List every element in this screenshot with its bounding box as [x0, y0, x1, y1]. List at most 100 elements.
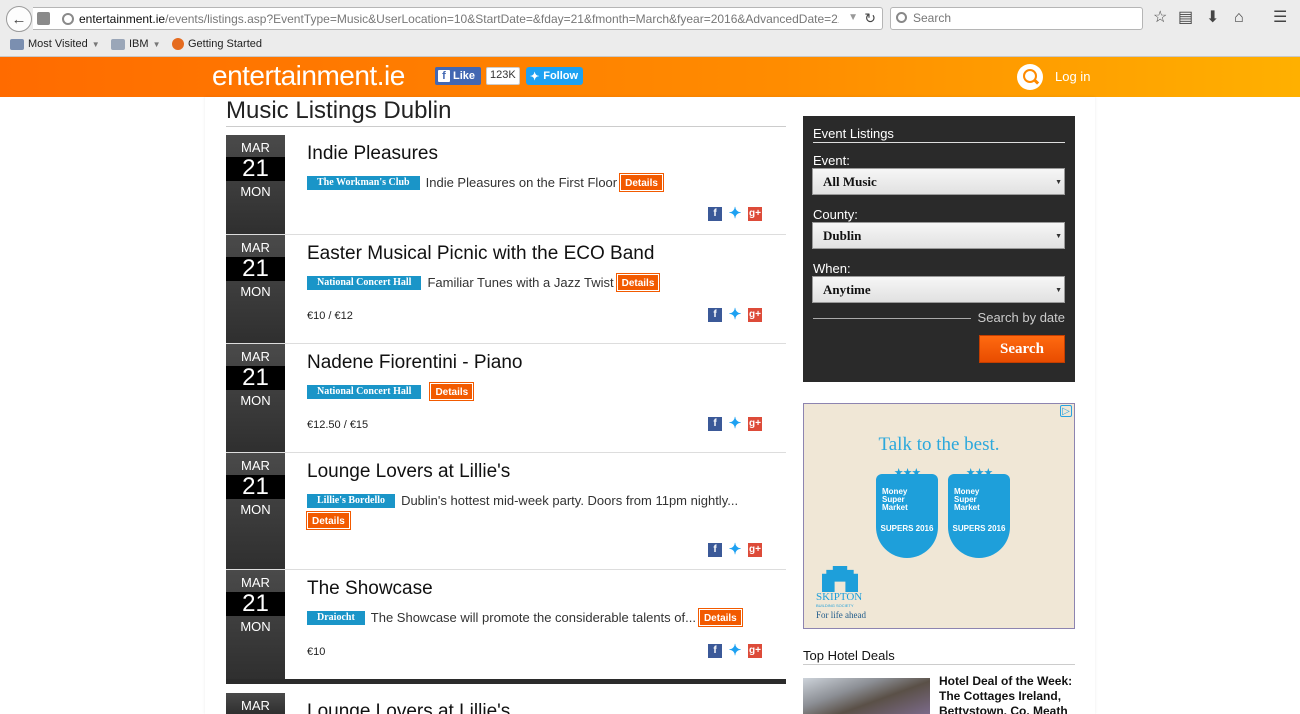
ad-tagline: For life ahead	[816, 610, 866, 620]
google-plus-share-icon[interactable]: g+	[748, 308, 762, 322]
county-select[interactable]: Dublin ▼	[812, 222, 1065, 249]
bookmarks-bar: Most Visited ▼ IBM ▼ Getting Started	[0, 36, 1300, 56]
event-title[interactable]: Nadene Fiorentini - Piano	[307, 352, 522, 374]
share-icons: f ✦ g+	[708, 307, 762, 322]
back-button[interactable]: ←	[6, 6, 32, 32]
hotel-image[interactable]	[803, 678, 930, 714]
event-listing: MAR 21 MON Lounge Lovers at Lillie's Lil…	[226, 453, 786, 570]
login-link[interactable]: Log in	[1055, 69, 1090, 84]
details-button[interactable]: Details	[307, 512, 350, 529]
facebook-share-icon[interactable]: f	[708, 308, 722, 322]
when-select-value: Anytime	[823, 282, 871, 297]
twitter-share-icon[interactable]: ✦	[728, 307, 742, 322]
site-search-icon[interactable]	[1017, 64, 1043, 90]
event-month: MAR	[241, 140, 270, 155]
facebook-share-icon[interactable]: f	[708, 417, 722, 431]
bookmark-star-icon[interactable]: ☆	[1153, 9, 1167, 27]
twitter-follow-button[interactable]: ✦ Follow	[526, 67, 583, 85]
url-bar[interactable]: entertainment.ie/events/listings.asp?Eve…	[33, 7, 883, 30]
browser-search-box[interactable]	[890, 7, 1143, 30]
event-weekday: MON	[240, 284, 271, 299]
share-icons: f ✦ g+	[708, 416, 762, 431]
when-select[interactable]: Anytime ▼	[812, 276, 1065, 303]
facebook-like-button[interactable]: f Like	[435, 67, 481, 85]
navigation-toolbar: ← entertainment.ie/events/listings.asp?E…	[0, 0, 1300, 36]
badge-award: SUPERS 2016	[952, 524, 1006, 533]
event-title[interactable]: Lounge Lovers at Lillie's	[307, 701, 510, 714]
adchoices-icon[interactable]: ▷	[1060, 405, 1072, 417]
url-host: entertainment.ie	[79, 12, 166, 26]
home-icon[interactable]: ⌂	[1234, 9, 1244, 27]
advertisement[interactable]: ▷ Talk to the best. ★★★ Money Super Market…	[803, 403, 1075, 629]
event-month: MAR	[241, 458, 270, 473]
chevron-down-icon: ▼	[1055, 232, 1062, 240]
google-plus-share-icon[interactable]: g+	[748, 207, 762, 221]
badge-award: SUPERS 2016	[880, 524, 934, 533]
details-button[interactable]: Details	[698, 609, 742, 626]
event-listing: MAR 21 MON Nadene Fiorentini - Piano Nat…	[226, 344, 786, 453]
award-badge: ★★★ Money Super Market SUPERS 2016	[876, 466, 938, 566]
twitter-share-icon[interactable]: ✦	[728, 643, 742, 658]
search-button[interactable]: Search	[979, 335, 1065, 363]
facebook-share-icon[interactable]: f	[708, 207, 722, 221]
search-by-date-link[interactable]: Search by date	[813, 310, 1065, 328]
hotel-deal-link[interactable]: Hotel Deal of the Week: The Cottages Ire…	[939, 674, 1079, 714]
details-button[interactable]: Details	[430, 383, 474, 400]
url-dropdown-icon[interactable]: ▼	[848, 12, 858, 23]
date-tile: MAR	[226, 693, 285, 714]
share-icons: f ✦ g+	[708, 206, 762, 221]
facebook-icon: f	[438, 70, 450, 82]
folder-icon	[111, 38, 125, 50]
event-day: 21	[226, 475, 285, 499]
google-plus-share-icon[interactable]: g+	[748, 543, 762, 557]
google-plus-share-icon[interactable]: g+	[748, 644, 762, 658]
details-button[interactable]: Details	[620, 174, 663, 191]
badge-line: Market	[954, 503, 980, 512]
details-button[interactable]: Details	[616, 274, 660, 291]
bookmark-ibm[interactable]: IBM ▼	[111, 38, 160, 50]
url-text[interactable]: entertainment.ie/events/listings.asp?Eve…	[79, 12, 839, 26]
facebook-share-icon[interactable]: f	[708, 543, 722, 557]
bookmark-label: Getting Started	[188, 38, 262, 50]
venue-tag[interactable]: The Workman's Club	[307, 176, 420, 190]
download-icon[interactable]: ⬇	[1206, 9, 1219, 27]
browser-search-input[interactable]	[913, 11, 1133, 25]
google-plus-share-icon[interactable]: g+	[748, 417, 762, 431]
twitter-share-icon[interactable]: ✦	[728, 206, 742, 221]
chevron-down-icon: ▼	[152, 39, 161, 49]
reading-list-icon[interactable]: ▤	[1178, 9, 1193, 27]
reload-icon[interactable]: ↻	[864, 10, 876, 27]
date-tile: MAR 21 MON	[226, 453, 285, 569]
event-listing: MAR 21 MON Easter Musical Picnic with th…	[226, 235, 786, 344]
site-logo[interactable]: entertainment.ie	[212, 60, 405, 92]
hotel-deals-heading: Top Hotel Deals	[803, 648, 895, 663]
event-price: €12.50 / €15	[307, 419, 369, 431]
ad-brand: SKIPTON	[816, 591, 863, 603]
event-listings-panel: Event Listings Event: All Music ▼ County:…	[803, 116, 1075, 382]
event-select[interactable]: All Music ▼	[812, 168, 1065, 195]
bookmark-getting-started[interactable]: Getting Started	[172, 38, 262, 50]
venue-tag[interactable]: Draiocht	[307, 611, 365, 625]
firefox-icon	[172, 38, 184, 50]
menu-icon[interactable]: ☰	[1273, 9, 1287, 27]
hotel-deals-divider	[803, 664, 1075, 665]
bookmark-most-visited[interactable]: Most Visited ▼	[10, 38, 100, 50]
facebook-share-icon[interactable]: f	[708, 644, 722, 658]
twitter-share-icon[interactable]: ✦	[728, 542, 742, 557]
when-label: When:	[813, 261, 851, 276]
event-meta: National Concert Hall Details	[307, 383, 767, 401]
event-meta: Lillie's Bordello Dublin's hottest mid-we…	[307, 492, 767, 530]
event-title[interactable]: Lounge Lovers at Lillie's	[307, 461, 510, 483]
facebook-like-count: 123K	[486, 67, 520, 85]
event-title[interactable]: Indie Pleasures	[307, 143, 438, 165]
event-title[interactable]: Easter Musical Picnic with the ECO Band	[307, 243, 654, 265]
venue-tag[interactable]: National Concert Hall	[307, 276, 422, 290]
event-weekday: MON	[240, 619, 271, 634]
list-section-divider	[226, 679, 786, 684]
venue-tag[interactable]: Lillie's Bordello	[307, 494, 396, 508]
twitter-share-icon[interactable]: ✦	[728, 416, 742, 431]
venue-tag[interactable]: National Concert Hall	[307, 385, 422, 399]
search-icon	[896, 12, 907, 23]
event-price: €10 / €12	[307, 310, 353, 322]
event-title[interactable]: The Showcase	[307, 578, 433, 600]
